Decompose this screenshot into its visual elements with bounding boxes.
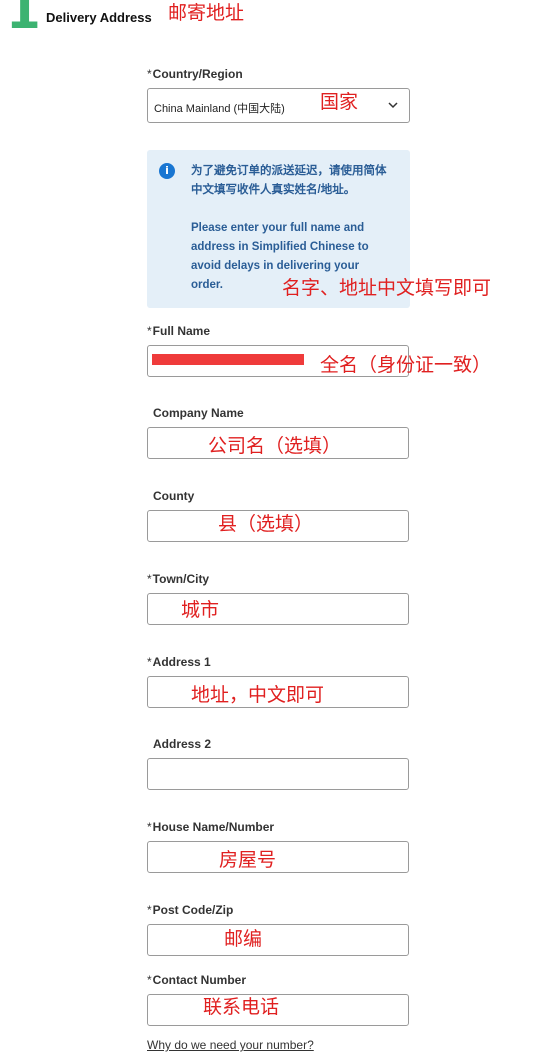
required-marker: * [147,820,152,834]
annotation-country: 国家 [320,91,359,113]
country-select[interactable]: China Mainland (中国大陆) [147,88,410,123]
required-marker: * [147,973,152,987]
step-number: 1 [6,0,41,40]
house-input[interactable] [147,841,409,873]
full-name-label: *Full Name [147,324,210,338]
annotation-full-name: 全名（身份证一致） [320,354,492,376]
info-text-en-1: Please enter your full name and [191,222,365,234]
info-text-cn-1: 为了避免订单的派送延迟，请使用简体 [191,165,387,177]
annotation-address1: 地址，中文即可 [191,684,325,706]
house-label-text: House Name/Number [152,820,275,834]
annotation-town: 城市 [181,599,220,621]
country-label-text: Country/Region [152,67,243,81]
county-label: County [153,489,195,503]
annotation-company: 公司名（选填） [208,435,342,457]
town-label-text: Town/City [152,572,210,586]
postcode-label: *Post Code/Zip [147,903,233,917]
company-label: Company Name [153,406,244,420]
required-marker: * [147,572,152,586]
required-marker: * [147,67,152,81]
annotation-name-address: 名字、地址中文填写即可 [282,277,492,299]
info-icon: i [159,163,175,179]
house-label: *House Name/Number [147,820,274,834]
annotation-house: 房屋号 [219,849,277,871]
why-number-link[interactable]: Why do we need your number? [147,1038,314,1052]
address1-label: *Address 1 [147,655,211,669]
annotation-postcode: 邮编 [224,928,263,950]
annotation-contact: 联系电话 [203,996,280,1018]
required-marker: * [147,324,152,338]
address2-input[interactable] [147,758,409,790]
contact-label: *Contact Number [147,973,246,987]
address1-label-text: Address 1 [152,655,211,669]
section-title: Delivery Address [46,10,152,25]
info-text-en-3: avoid delays in delivering your [191,260,360,272]
annotation-county: 县（选填） [218,513,314,535]
required-marker: * [147,903,152,917]
annotation-delivery-address: 邮寄地址 [168,2,245,24]
info-text-en-2: address in Simplified Chinese to [191,241,369,253]
postcode-label-text: Post Code/Zip [152,903,234,917]
postcode-input[interactable] [147,924,409,956]
full-name-label-text: Full Name [152,324,211,338]
address2-label: Address 2 [153,737,212,751]
country-label: *Country/Region [147,67,243,81]
chevron-down-icon [388,102,398,109]
country-select-value: China Mainland (中国大陆) [154,103,285,115]
info-text-cn-2: 中文填写收件人真实姓名/地址。 [191,184,356,196]
redacted-full-name [152,354,304,365]
contact-label-text: Contact Number [152,973,247,987]
town-label: *Town/City [147,572,209,586]
required-marker: * [147,655,152,669]
